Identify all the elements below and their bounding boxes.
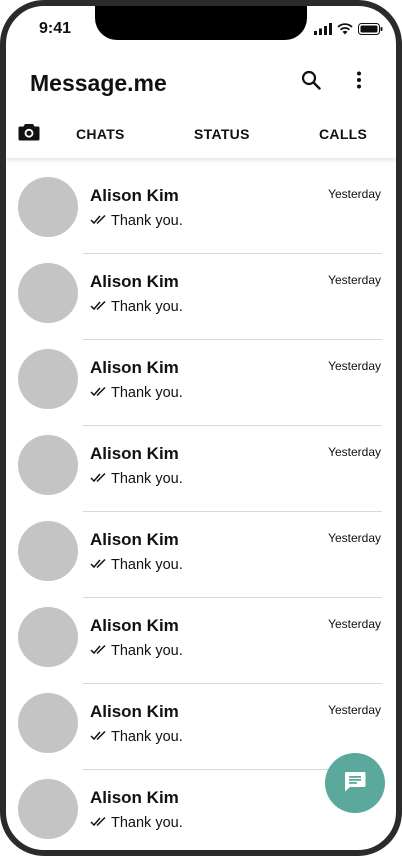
new-message-button[interactable] — [325, 753, 385, 813]
chat-preview: Thank you. — [90, 557, 183, 573]
double-check-icon — [90, 213, 107, 229]
camera-icon — [18, 124, 40, 146]
chat-time: Yesterday — [328, 187, 381, 201]
app-title: Message.me — [30, 70, 167, 96]
status-icons — [314, 22, 383, 40]
chat-time: Yesterday — [328, 703, 381, 717]
tab-camera[interactable] — [18, 122, 42, 146]
chat-time: Yesterday — [328, 359, 381, 373]
chat-name: Alison Kim — [90, 272, 179, 291]
chat-list: Alison Kim Yesterday Thank you. Alison K… — [6, 168, 396, 850]
avatar — [18, 177, 78, 237]
chat-name: Alison Kim — [90, 444, 179, 463]
message-icon — [344, 770, 366, 797]
chat-message: Thank you. — [111, 729, 183, 745]
chat-preview: Thank you. — [90, 299, 183, 315]
avatar — [18, 693, 78, 753]
chat-preview: Thank you. — [90, 815, 183, 831]
search-icon — [301, 70, 321, 95]
chat-preview: Thank you. — [90, 385, 183, 401]
double-check-icon — [90, 643, 107, 659]
chat-name: Alison Kim — [90, 358, 179, 377]
more-vertical-icon — [356, 71, 362, 94]
avatar — [18, 349, 78, 409]
chat-item[interactable]: Alison Kim Yesterday Thank you. — [6, 426, 396, 512]
chat-message: Thank you. — [111, 299, 183, 315]
status-time: 9:41 — [39, 20, 72, 37]
chat-name: Alison Kim — [90, 530, 179, 549]
chat-message: Thank you. — [111, 815, 183, 831]
chat-item[interactable]: Alison Kim Yesterday Thank you. — [6, 512, 396, 598]
avatar — [18, 521, 78, 581]
chat-message: Thank you. — [111, 557, 183, 573]
chat-name: Alison Kim — [90, 702, 179, 721]
chat-time: Yesterday — [328, 273, 381, 287]
avatar — [18, 779, 78, 839]
chat-time: Yesterday — [328, 617, 381, 631]
avatar — [18, 263, 78, 323]
chat-preview: Thank you. — [90, 471, 183, 487]
search-button[interactable] — [299, 70, 323, 94]
app-header: Message.me CHATS STATUS CALLS — [6, 50, 396, 158]
avatar — [18, 607, 78, 667]
double-check-icon — [90, 557, 107, 573]
chat-name: Alison Kim — [90, 788, 179, 807]
double-check-icon — [90, 471, 107, 487]
tab-status[interactable]: STATUS — [194, 126, 250, 142]
chat-time: Yesterday — [328, 445, 381, 459]
phone-frame: 9:41 Message.me CHATS STATUS CALLS Aliso… — [0, 0, 402, 856]
battery-icon — [358, 22, 383, 40]
double-check-icon — [90, 385, 107, 401]
status-bar: 9:41 — [6, 6, 396, 50]
double-check-icon — [90, 299, 107, 315]
chat-item[interactable]: Alison Kim Yesterday Thank you. — [6, 340, 396, 426]
chat-message: Thank you. — [111, 471, 183, 487]
chat-item[interactable]: Alison Kim Yesterday Thank you. — [6, 254, 396, 340]
chat-message: Thank you. — [111, 213, 183, 229]
chat-preview: Thank you. — [90, 729, 183, 745]
tab-chats[interactable]: CHATS — [76, 126, 125, 142]
chat-time: Yesterday — [328, 531, 381, 545]
tab-bar: CHATS STATUS CALLS — [6, 112, 396, 156]
chat-preview: Thank you. — [90, 213, 183, 229]
chat-item[interactable]: Alison Kim Yesterday Thank you. — [6, 168, 396, 254]
tab-calls[interactable]: CALLS — [319, 126, 367, 142]
chat-message: Thank you. — [111, 385, 183, 401]
chat-name: Alison Kim — [90, 186, 179, 205]
chat-message: Thank you. — [111, 643, 183, 659]
double-check-icon — [90, 729, 107, 745]
chat-name: Alison Kim — [90, 616, 179, 635]
avatar — [18, 435, 78, 495]
double-check-icon — [90, 815, 107, 831]
signal-icon — [314, 22, 332, 40]
chat-preview: Thank you. — [90, 643, 183, 659]
chat-item[interactable]: Alison Kim Yesterday Thank you. — [6, 598, 396, 684]
more-options-button[interactable] — [347, 70, 371, 94]
wifi-icon — [337, 22, 353, 40]
